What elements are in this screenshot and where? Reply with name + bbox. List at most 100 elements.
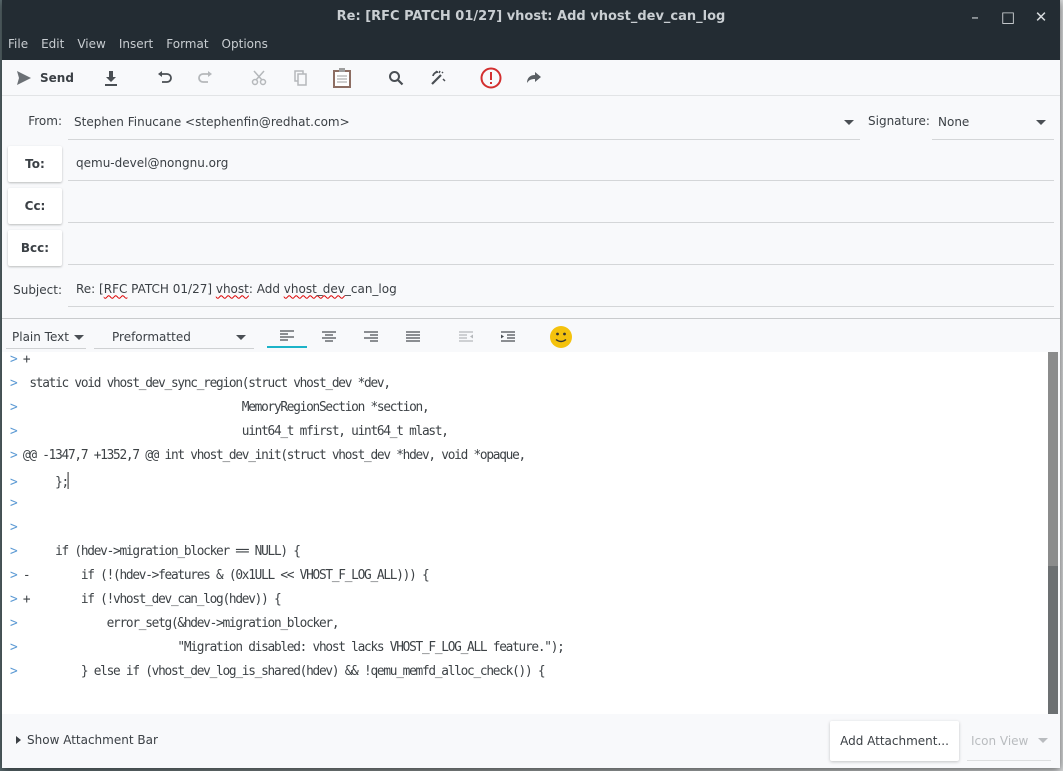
align-justify-button[interactable] xyxy=(393,326,433,348)
find-icon xyxy=(389,71,404,86)
code-text: } else if (vhost_dev_log_is_shared(hdev)… xyxy=(16,664,546,679)
align-left-button[interactable] xyxy=(267,326,307,348)
code-text: error_setg(&hdev->migration_blocker, xyxy=(16,616,340,631)
increase-indent-button[interactable] xyxy=(488,326,528,348)
cc-field[interactable] xyxy=(68,187,1054,223)
attachment-bar: Show Attachment Bar Add Attachment... Ic… xyxy=(2,714,1060,768)
to-field[interactable]: qemu-devel@nongnu.org xyxy=(68,145,1054,181)
spellcheck-button[interactable] xyxy=(430,67,446,89)
to-row: To: qemu-devel@nongnu.org xyxy=(2,145,1060,183)
quoted-code-line: > xyxy=(10,520,18,544)
save-draft-icon xyxy=(105,71,117,86)
forward-icon xyxy=(527,72,541,83)
signature-value: None xyxy=(938,114,970,129)
cc-button[interactable]: Cc: xyxy=(8,188,62,224)
subject-field[interactable]: Re: [RFC PATCH 01/27] vhost: Add vhost_d… xyxy=(68,271,1054,307)
cc-row: Cc: xyxy=(2,187,1060,225)
align-left-icon xyxy=(280,330,294,341)
smiley-icon xyxy=(550,326,572,348)
menu-file[interactable]: File xyxy=(8,37,28,51)
add-attachment-button[interactable]: Add Attachment... xyxy=(830,721,959,761)
close-button[interactable]: ✕ xyxy=(1032,8,1050,26)
quoted-code-line: > + if (!vhost_dev_can_log(hdev)) { xyxy=(10,592,282,616)
subject-label: Subject: xyxy=(13,283,62,297)
format-toolbar: Plain Text Preformatted xyxy=(2,318,1060,352)
insert-emoji-button[interactable] xyxy=(541,323,581,351)
code-text: static void vhost_dev_sync_region(struct… xyxy=(16,376,391,391)
priority-button[interactable] xyxy=(480,67,502,89)
menu-view[interactable]: View xyxy=(77,37,105,51)
menu-edit[interactable]: Edit xyxy=(41,37,64,51)
to-button[interactable]: To: xyxy=(8,146,62,182)
paragraph-style-value: Preformatted xyxy=(112,329,191,344)
save-draft-button[interactable] xyxy=(103,67,119,89)
chevron-down-icon xyxy=(844,120,854,125)
quoted-code-line: > } else if (vhost_dev_log_is_shared(hde… xyxy=(10,664,546,688)
paste-button[interactable] xyxy=(332,67,352,89)
decrease-indent-button[interactable] xyxy=(446,326,486,348)
bcc-field[interactable] xyxy=(68,229,1054,265)
quoted-code-line: > + xyxy=(10,352,31,376)
message-body-editor[interactable]: > + > static void vhost_dev_sync_region(s… xyxy=(2,352,1048,714)
scrollbar-thumb[interactable] xyxy=(1048,566,1058,714)
chevron-down-icon xyxy=(236,335,246,340)
quoted-code-line: > uint64_t mfirst, uint64_t mlast, xyxy=(10,424,449,448)
subject-part: PATCH 01/27] xyxy=(127,281,216,296)
signature-label: Signature: xyxy=(868,114,930,128)
toolbar: Send xyxy=(2,60,1060,96)
quote-marker: > xyxy=(10,496,18,511)
quoted-code-line: > xyxy=(10,496,18,520)
send-button[interactable]: Send xyxy=(16,67,74,89)
text-cursor xyxy=(67,472,69,489)
show-attachment-bar-toggle[interactable]: Show Attachment Bar xyxy=(16,733,158,747)
from-label: From: xyxy=(28,114,62,128)
code-text: - if (!(hdev->features & (0x1ULL << VHOS… xyxy=(16,568,430,583)
code-text: + xyxy=(16,352,31,367)
quoted-code-line: > MemoryRegionSection *section, xyxy=(10,400,430,424)
undo-icon xyxy=(158,71,172,83)
find-button[interactable] xyxy=(388,67,404,89)
editor-scrollbar[interactable] xyxy=(1048,352,1058,714)
subject-row: Subject: Re: [RFC PATCH 01/27] vhost: Ad… xyxy=(2,271,1060,309)
code-text: @@ -1347,7 +1352,7 @@ int vhost_dev_init… xyxy=(16,448,526,463)
editor-mode-select[interactable]: Plain Text xyxy=(6,325,86,349)
subject-text: Re: [RFC PATCH 01/27] vhost: Add vhost_d… xyxy=(76,282,397,296)
menu-options[interactable]: Options xyxy=(222,37,268,51)
compose-window: Re: [RFC PATCH 01/27] vhost: Add vhost_d… xyxy=(2,0,1060,768)
quoted-code-line: > }; xyxy=(10,472,69,496)
signature-select[interactable]: None xyxy=(932,104,1054,140)
subject-misspelled-word: vhost_dev xyxy=(283,281,345,296)
minimize-button[interactable]: – xyxy=(966,8,984,26)
attachment-view-select[interactable]: Icon View xyxy=(967,721,1051,761)
from-select[interactable]: Stephen Finucane <stephenfin@redhat.com> xyxy=(68,104,860,140)
spellcheck-icon xyxy=(431,70,446,85)
copy-icon xyxy=(294,70,307,86)
menu-bar: File Edit View Insert Format Options xyxy=(8,37,268,51)
subject-misspelled-word: RFC xyxy=(103,281,128,296)
maximize-button[interactable]: □ xyxy=(999,8,1017,26)
bcc-button[interactable]: Bcc: xyxy=(8,230,62,266)
menu-format[interactable]: Format xyxy=(166,37,208,51)
menu-insert[interactable]: Insert xyxy=(119,37,153,51)
quoted-code-line: > @@ -1347,7 +1352,7 @@ int vhost_dev_in… xyxy=(10,448,526,472)
align-center-button[interactable] xyxy=(309,326,349,348)
show-attachment-bar-label: Show Attachment Bar xyxy=(27,733,158,747)
quoted-code-line: > static void vhost_dev_sync_region(stru… xyxy=(10,376,391,400)
decrease-indent-icon xyxy=(459,331,473,342)
subject-misspelled-word: vhost xyxy=(215,281,249,296)
chevron-down-icon xyxy=(1036,120,1046,125)
code-text: uint64_t mfirst, uint64_t mlast, xyxy=(16,424,449,439)
code-text: MemoryRegionSection *section, xyxy=(16,400,430,415)
priority-icon xyxy=(480,67,502,89)
from-value: Stephen Finucane <stephenfin@redhat.com> xyxy=(74,114,350,129)
redo-button[interactable] xyxy=(197,67,213,89)
subject-part: Re: [ xyxy=(76,281,104,296)
align-right-button[interactable] xyxy=(351,326,391,348)
undo-button[interactable] xyxy=(157,67,173,89)
copy-button[interactable] xyxy=(293,67,309,89)
forward-button[interactable] xyxy=(526,67,542,89)
cut-button[interactable] xyxy=(251,67,267,89)
align-right-icon xyxy=(364,331,378,342)
code-text: if (hdev->migration_blocker == NULL) { xyxy=(16,544,301,559)
paragraph-style-select[interactable]: Preformatted xyxy=(94,325,254,349)
